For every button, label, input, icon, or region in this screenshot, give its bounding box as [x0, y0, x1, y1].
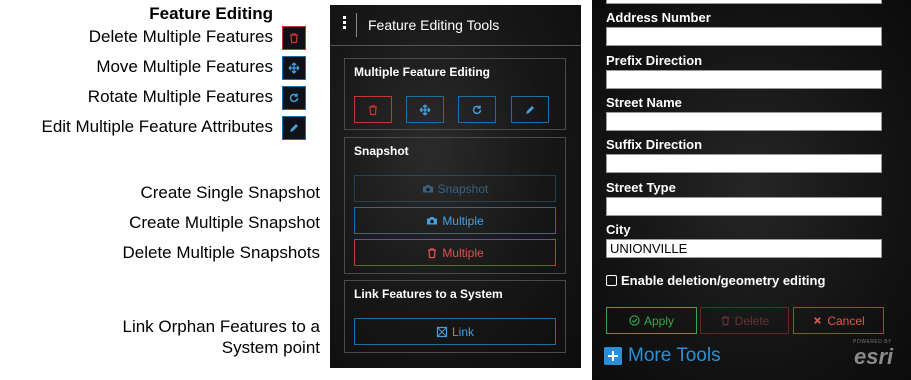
section-title-link: Link Features to a System: [354, 287, 503, 301]
panel-separator: [330, 45, 581, 46]
esri-logo: esri: [854, 344, 894, 369]
link-button[interactable]: Link: [354, 318, 556, 345]
label-street-name: Street Name: [606, 95, 682, 110]
cancel-label: Cancel: [827, 313, 865, 328]
label-street-type: Street Type: [606, 180, 676, 195]
apply-label: Apply: [643, 313, 675, 328]
move-icon: [419, 104, 431, 115]
section-link-features: Link Features to a System Link: [344, 280, 566, 353]
legend-row-link-orphan: Link Orphan Features to a: [122, 317, 320, 336]
kebab-menu-icon[interactable]: [343, 16, 347, 32]
legend-title: Feature Editing: [149, 4, 273, 23]
legend-row-multiple-snapshot: Create Multiple Snapshot: [129, 213, 320, 232]
pencil-icon: [526, 105, 534, 114]
pencil-icon: [282, 116, 306, 140]
address-number-input[interactable]: [606, 27, 882, 46]
section-title-snapshot: Snapshot: [354, 144, 409, 158]
suffix-direction-input[interactable]: [606, 154, 882, 173]
delete-label: Delete: [734, 313, 770, 328]
trash-icon: [721, 316, 729, 326]
label-prefix-direction: Prefix Direction: [606, 53, 703, 68]
enable-editing-checkbox[interactable]: [606, 275, 617, 286]
feature-editing-tools-panel: Feature Editing Tools Multiple Feature E…: [330, 5, 581, 368]
city-input[interactable]: [606, 239, 882, 258]
cancel-button[interactable]: Cancel: [793, 307, 884, 334]
legend-row-system-point: System point: [221, 338, 320, 357]
legend-row-delete-snapshots: Delete Multiple Snapshots: [122, 243, 320, 262]
link-icon: [436, 326, 448, 337]
camera-icon: [422, 184, 433, 192]
move-icon: [282, 56, 306, 80]
label-suffix-direction: Suffix Direction: [606, 137, 703, 152]
single-snapshot-button[interactable]: Snapshot: [354, 175, 556, 202]
trash-icon: [282, 26, 306, 50]
panel-title: Feature Editing Tools: [368, 17, 500, 33]
multiple-snapshot-label: Multiple: [442, 213, 484, 228]
label-city: City: [606, 222, 631, 237]
section-snapshot: Snapshot Snapshot Multiple Multiple: [344, 137, 566, 274]
delete-button[interactable]: Delete: [700, 307, 789, 334]
link-label: Link: [451, 324, 474, 339]
header-divider: [356, 13, 357, 37]
more-tools-label: More Tools: [628, 345, 721, 366]
multiple-snapshot-button[interactable]: Multiple: [354, 207, 556, 234]
legend: Feature Editing Delete Multiple Features…: [0, 0, 330, 380]
more-tools-link[interactable]: More Tools: [604, 345, 721, 367]
plus-icon: [604, 347, 622, 365]
legend-row-move: Move Multiple Features: [96, 57, 273, 76]
label-address-number: Address Number: [606, 10, 711, 25]
delete-snapshots-button[interactable]: Multiple: [354, 239, 556, 266]
section-multiple-feature-editing: Multiple Feature Editing: [344, 58, 566, 130]
legend-row-rotate: Rotate Multiple Features: [87, 87, 273, 106]
enable-editing-row[interactable]: Enable deletion/geometry editing: [606, 273, 825, 288]
trash-icon: [428, 247, 437, 258]
trash-icon: [369, 104, 377, 115]
single-snapshot-label: Snapshot: [437, 181, 489, 196]
street-name-input[interactable]: [606, 112, 882, 131]
street-type-input[interactable]: [606, 197, 882, 216]
check-circle-icon: [629, 315, 640, 326]
delete-multiple-button[interactable]: [354, 96, 392, 123]
enable-editing-label: Enable deletion/geometry editing: [621, 273, 826, 288]
rotate-icon: [282, 86, 306, 110]
prefix-direction-input[interactable]: [606, 70, 882, 89]
legend-row-edit-attributes: Edit Multiple Feature Attributes: [41, 117, 273, 136]
rotate-multiple-button[interactable]: [458, 96, 496, 123]
rotate-icon: [472, 105, 482, 114]
legend-row-single-snapshot: Create Single Snapshot: [140, 183, 320, 202]
edit-multiple-attributes-button[interactable]: [511, 96, 549, 123]
previous-field-input[interactable]: [606, 0, 882, 4]
section-title-multiple: Multiple Feature Editing: [354, 65, 491, 79]
camera-icon: [427, 216, 438, 224]
apply-button[interactable]: Apply: [606, 307, 697, 334]
attribute-form: Address Number Prefix Direction Street N…: [592, 0, 911, 380]
legend-row-delete: Delete Multiple Features: [88, 27, 273, 46]
delete-snapshots-label: Multiple: [442, 245, 484, 260]
panel-header: Feature Editing Tools: [330, 5, 581, 45]
close-icon: [814, 317, 822, 324]
move-multiple-button[interactable]: [406, 96, 444, 123]
